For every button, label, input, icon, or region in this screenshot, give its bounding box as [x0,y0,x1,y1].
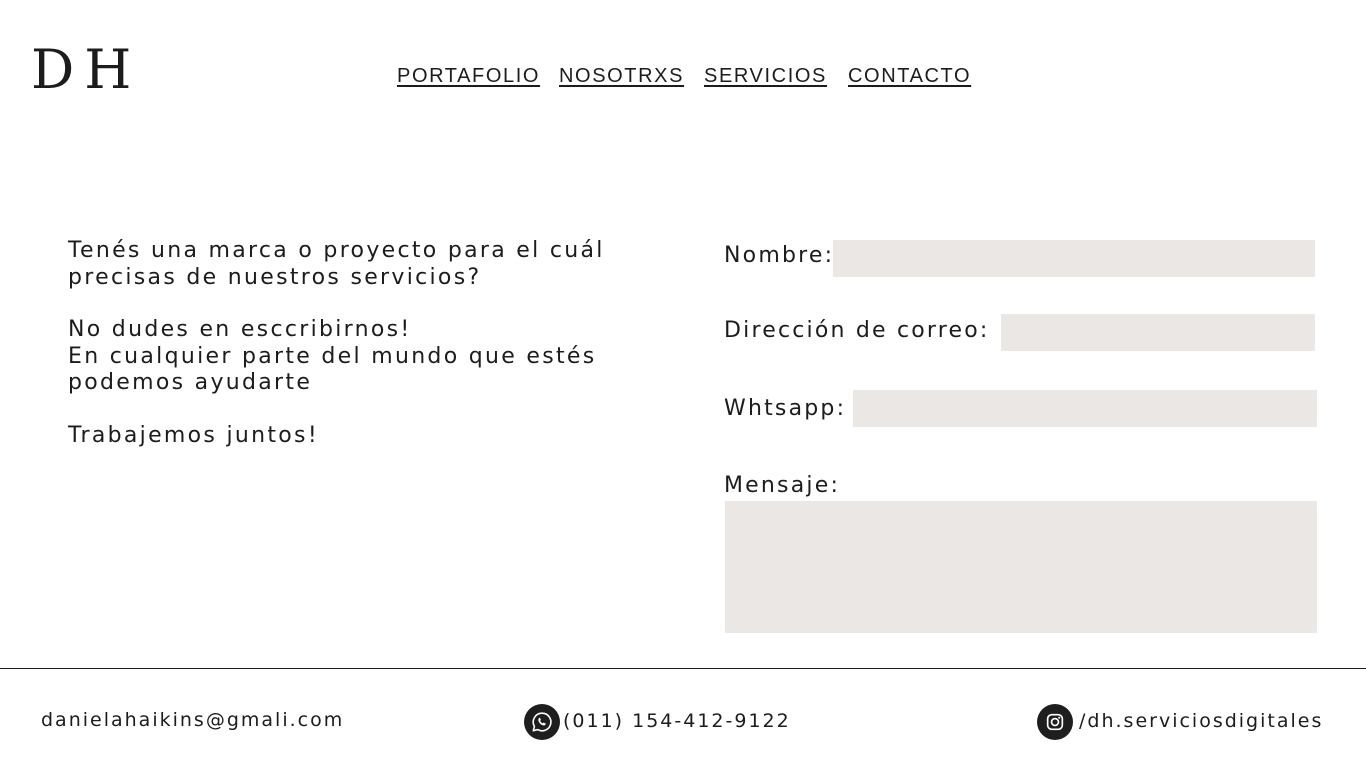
nav-link-servicios[interactable]: SERVICIOS [704,64,827,88]
footer-phone[interactable]: (011) 154-412-9122 [563,709,791,733]
brand-logo[interactable]: DH [31,38,141,102]
footer-instagram[interactable]: /dh.serviciosdigitales [1079,709,1323,733]
contact-page: DH PORTAFOLIO NOSOTRXS SERVICIOS CONTACT… [0,0,1366,768]
whatsapp-icon[interactable] [524,704,560,740]
nav-link-nosotrxs[interactable]: NOSOTRXS [559,64,684,88]
instagram-icon-glyph [1046,713,1064,731]
footer-divider [0,668,1366,669]
nav-link-contacto[interactable]: CONTACTO [848,64,971,88]
whatsapp-icon-glyph [532,712,552,732]
email-input[interactable] [1001,314,1315,351]
nombre-input[interactable] [833,240,1315,277]
correo-label: Dirección de correo: [724,318,990,343]
instagram-icon[interactable] [1037,704,1073,740]
nombre-label: Nombre: [724,243,835,268]
contact-intro: Tenés una marca o proyecto para el cuál … [68,238,668,449]
nav-link-portafolio[interactable]: PORTAFOLIO [397,64,540,88]
whatsapp-input[interactable] [853,390,1317,427]
intro-line: podemos ayudarte [68,370,313,395]
intro-line: precisas de nuestros servicios? [68,264,482,290]
intro-line: En cualquier parte del mundo que estés [68,343,597,369]
intro-line: No dudes en esccribirnos! [68,317,412,342]
footer-email[interactable]: danielahaikins@gmali.com [41,708,344,732]
intro-line: Trabajemos juntos! [68,422,319,448]
intro-line: Tenés una marca o proyecto para el cuál [68,238,605,263]
whatsapp-label: Whtsapp: [724,396,847,421]
mensaje-textarea[interactable] [725,501,1317,633]
mensaje-label: Mensaje: [724,473,841,498]
